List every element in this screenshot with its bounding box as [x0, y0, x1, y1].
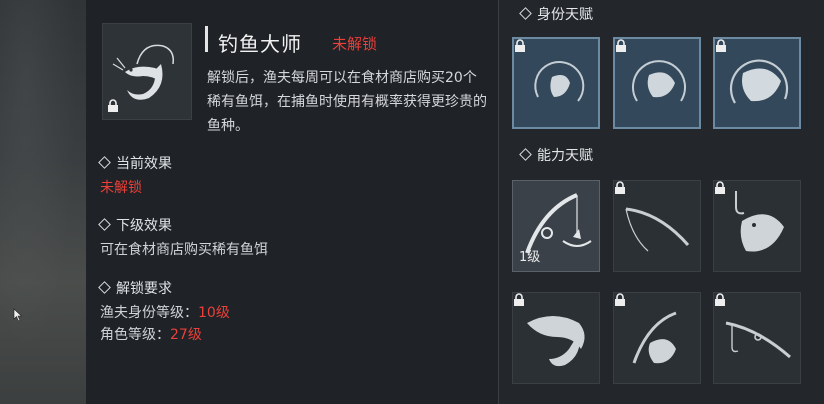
- skill-icon-box[interactable]: [102, 23, 192, 120]
- next-effect-value: 可在食材商店购买稀有鱼饵: [100, 242, 268, 258]
- fish-hook-icon: [632, 60, 686, 102]
- fish-hook-icon: [534, 61, 585, 102]
- skill-status: 未解锁: [332, 35, 378, 53]
- identity-talent-heading: 身份天赋: [519, 4, 593, 24]
- rod-icon: [625, 207, 690, 252]
- lock-icon: [716, 39, 726, 52]
- diamond-icon: [98, 218, 111, 231]
- current-effect-value: 未解锁: [100, 180, 142, 196]
- current-effect-heading: 当前效果: [98, 153, 172, 173]
- ability-talent-slot-5[interactable]: [613, 292, 701, 384]
- skill-title: 钓鱼大师: [218, 32, 302, 56]
- rod-fish-icon: [632, 311, 677, 364]
- identity-talent-slot-1[interactable]: [512, 37, 600, 129]
- talent-level: 1级: [519, 250, 541, 265]
- requirement-identity-level: 渔夫身份等级：10级: [100, 305, 230, 321]
- title-accent-bar: [205, 26, 208, 52]
- shrimp-icon: [527, 316, 585, 367]
- ability-talent-heading: 能力天赋: [519, 145, 593, 165]
- mouse-cursor-icon: [13, 308, 23, 322]
- requirement-character-level: 角色等级：27级: [100, 327, 202, 343]
- ability-talent-slot-1[interactable]: 1级: [512, 180, 600, 272]
- identity-talent-slot-3[interactable]: [713, 37, 801, 129]
- lock-icon: [514, 293, 524, 306]
- scene-background: [0, 0, 86, 404]
- diamond-icon: [519, 7, 532, 20]
- diamond-icon: [98, 281, 111, 294]
- next-effect-heading: 下级效果: [98, 215, 172, 235]
- ability-talent-slot-2[interactable]: [613, 180, 701, 272]
- ability-talent-slot-6[interactable]: [713, 292, 801, 384]
- requirements-heading: 解锁要求: [98, 278, 172, 298]
- diamond-icon: [519, 148, 532, 161]
- lock-icon: [515, 39, 525, 52]
- lock-icon: [615, 293, 625, 306]
- skill-description: 解锁后，渔夫每周可以在食材商店购买20个稀有鱼饵，在捕鱼时使用有概率获得更珍贵的…: [207, 70, 487, 134]
- lock-icon: [616, 39, 626, 52]
- lock-icon: [715, 293, 725, 306]
- ability-talent-slot-4[interactable]: [512, 292, 600, 384]
- lock-icon: [715, 181, 725, 194]
- lock-icon: [615, 181, 625, 194]
- rod-line-icon: [725, 321, 791, 359]
- hooked-fish-icon: [735, 191, 784, 252]
- identity-talent-slot-2[interactable]: [613, 37, 701, 129]
- diamond-icon: [98, 156, 111, 169]
- lock-icon: [108, 99, 118, 112]
- big-fish-hook-icon: [729, 59, 789, 104]
- ability-talent-slot-3[interactable]: [713, 180, 801, 272]
